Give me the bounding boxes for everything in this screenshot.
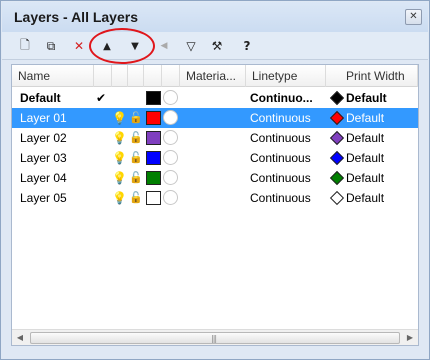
print-color-icon[interactable] bbox=[329, 170, 345, 186]
layer-row[interactable]: Default ✔ Continuo... Default bbox=[12, 88, 418, 108]
delete-layer-button[interactable]: ✕ bbox=[70, 37, 88, 55]
layer-name[interactable]: Layer 03 bbox=[20, 148, 94, 168]
lock-icon[interactable]: 🔓 bbox=[129, 128, 143, 148]
bulb-icon[interactable]: 💡 bbox=[112, 168, 127, 188]
move-down-button[interactable]: ▼ bbox=[126, 37, 144, 55]
layer-color-swatch[interactable] bbox=[146, 91, 161, 105]
grip-icon: ||| bbox=[211, 334, 217, 343]
layer-name[interactable]: Layer 02 bbox=[20, 128, 94, 148]
layer-row[interactable]: Layer 01 💡 🔓 Continuous Default bbox=[12, 108, 418, 128]
layer-linetype[interactable]: Continuo... bbox=[250, 88, 326, 108]
print-color-icon[interactable] bbox=[329, 90, 345, 106]
column-header-lock[interactable] bbox=[128, 65, 144, 87]
tools-button[interactable]: ⚒ bbox=[208, 37, 226, 55]
column-header-print[interactable] bbox=[162, 65, 180, 87]
current-check-icon[interactable] bbox=[96, 108, 110, 128]
new-layer-button[interactable]: 🗋 bbox=[16, 37, 34, 55]
current-check-icon[interactable] bbox=[96, 188, 110, 208]
help-icon: ? bbox=[243, 39, 251, 53]
print-toggle-icon[interactable] bbox=[163, 190, 178, 205]
bulb-icon[interactable]: 💡 bbox=[112, 108, 127, 128]
layer-color-swatch[interactable] bbox=[146, 191, 161, 205]
panel-title: Layers - All Layers bbox=[14, 9, 138, 25]
move-up-icon: ▲ bbox=[103, 40, 111, 52]
lock-icon[interactable]: 🔓 bbox=[129, 148, 143, 168]
layer-name[interactable]: Default bbox=[20, 88, 94, 108]
tools-icon: ⚒ bbox=[211, 39, 223, 53]
move-down-icon: ▼ bbox=[131, 40, 139, 52]
move-to-parent-button[interactable]: ◀ bbox=[157, 37, 171, 55]
layer-row[interactable]: Layer 02 💡 🔓 Continuous Default bbox=[12, 128, 418, 148]
layer-name[interactable]: Layer 05 bbox=[20, 188, 94, 208]
current-check-icon[interactable] bbox=[96, 128, 110, 148]
scroll-left-icon[interactable]: ◀ bbox=[12, 330, 28, 346]
current-check-icon[interactable] bbox=[96, 168, 110, 188]
scroll-right-icon[interactable]: ▶ bbox=[402, 330, 418, 346]
print-color-icon[interactable] bbox=[329, 190, 345, 206]
current-check-icon[interactable]: ✔ bbox=[96, 88, 110, 108]
lock-icon[interactable]: 🔓 bbox=[129, 168, 143, 188]
column-header-linetype[interactable]: Linetype bbox=[246, 65, 326, 87]
print-toggle-icon[interactable] bbox=[163, 110, 178, 125]
title-bar: Layers - All Layers ✕ bbox=[2, 2, 428, 32]
column-header-name[interactable]: Name bbox=[12, 65, 94, 87]
column-header-current[interactable] bbox=[94, 65, 112, 87]
layer-grid: Name Materia... Linetype Print Width Def… bbox=[11, 64, 419, 346]
horizontal-scrollbar[interactable]: ◀ ||| ▶ bbox=[12, 329, 418, 345]
layer-color-swatch[interactable] bbox=[146, 171, 161, 185]
bulb-icon[interactable]: 💡 bbox=[112, 148, 127, 168]
layer-linetype[interactable]: Continuous bbox=[250, 188, 326, 208]
column-header-material[interactable]: Materia... bbox=[180, 65, 246, 87]
layer-name[interactable]: Layer 01 bbox=[20, 108, 94, 128]
print-toggle-icon[interactable] bbox=[163, 90, 178, 105]
layer-print-width[interactable]: Default bbox=[346, 88, 416, 108]
delete-layer-icon: ✕ bbox=[73, 39, 85, 53]
layer-row[interactable]: Layer 04 💡 🔓 Continuous Default bbox=[12, 168, 418, 188]
layers-panel: Layers - All Layers ✕ 🗋 ⧉ ✕ ▲ ▼ ◀ ▽ ⚒ ? … bbox=[0, 0, 430, 360]
close-button[interactable]: ✕ bbox=[405, 9, 422, 25]
layer-name[interactable]: Layer 04 bbox=[20, 168, 94, 188]
layer-color-swatch[interactable] bbox=[146, 151, 161, 165]
layer-color-swatch[interactable] bbox=[146, 111, 161, 125]
print-color-icon[interactable] bbox=[329, 150, 345, 166]
print-toggle-icon[interactable] bbox=[163, 150, 178, 165]
layer-print-width[interactable]: Default bbox=[346, 188, 416, 208]
layer-print-width[interactable]: Default bbox=[346, 128, 416, 148]
print-color-icon[interactable] bbox=[329, 130, 345, 146]
layer-row[interactable]: Layer 03 💡 🔓 Continuous Default bbox=[12, 148, 418, 168]
layer-print-width[interactable]: Default bbox=[346, 108, 416, 128]
close-icon: ✕ bbox=[409, 11, 418, 22]
layer-row[interactable]: Layer 05 💡 🔓 Continuous Default bbox=[12, 188, 418, 208]
layer-linetype[interactable]: Continuous bbox=[250, 108, 326, 128]
new-sublayer-icon: ⧉ bbox=[46, 38, 56, 53]
layer-linetype[interactable]: Continuous bbox=[250, 168, 326, 188]
print-toggle-icon[interactable] bbox=[163, 170, 178, 185]
current-check-icon[interactable] bbox=[96, 148, 110, 168]
layer-print-width[interactable]: Default bbox=[346, 168, 416, 188]
move-to-parent-icon: ◀ bbox=[160, 41, 168, 51]
bulb-icon[interactable]: 💡 bbox=[112, 188, 127, 208]
lock-icon[interactable]: 🔓 bbox=[129, 108, 143, 128]
grid-header: Name Materia... Linetype Print Width bbox=[12, 65, 418, 87]
new-sublayer-button[interactable]: ⧉ bbox=[42, 37, 60, 55]
column-header-on[interactable] bbox=[112, 65, 128, 87]
column-header-color[interactable] bbox=[144, 65, 162, 87]
filter-button[interactable]: ▽ bbox=[182, 37, 200, 55]
column-header-print-width[interactable]: Print Width bbox=[326, 65, 418, 87]
layer-print-width[interactable]: Default bbox=[346, 148, 416, 168]
new-layer-icon: 🗋 bbox=[20, 37, 30, 52]
print-color-icon[interactable] bbox=[329, 110, 345, 126]
move-up-button[interactable]: ▲ bbox=[98, 37, 116, 55]
layer-color-swatch[interactable] bbox=[146, 131, 161, 145]
filter-icon: ▽ bbox=[186, 39, 196, 53]
help-button[interactable]: ? bbox=[238, 37, 256, 55]
bulb-icon[interactable]: 💡 bbox=[112, 128, 127, 148]
lock-icon[interactable]: 🔓 bbox=[129, 188, 143, 208]
scroll-thumb[interactable]: ||| bbox=[30, 332, 400, 344]
toolbar: 🗋 ⧉ ✕ ▲ ▼ ◀ ▽ ⚒ ? bbox=[2, 32, 428, 60]
layer-linetype[interactable]: Continuous bbox=[250, 148, 326, 168]
layer-linetype[interactable]: Continuous bbox=[250, 128, 326, 148]
print-toggle-icon[interactable] bbox=[163, 130, 178, 145]
